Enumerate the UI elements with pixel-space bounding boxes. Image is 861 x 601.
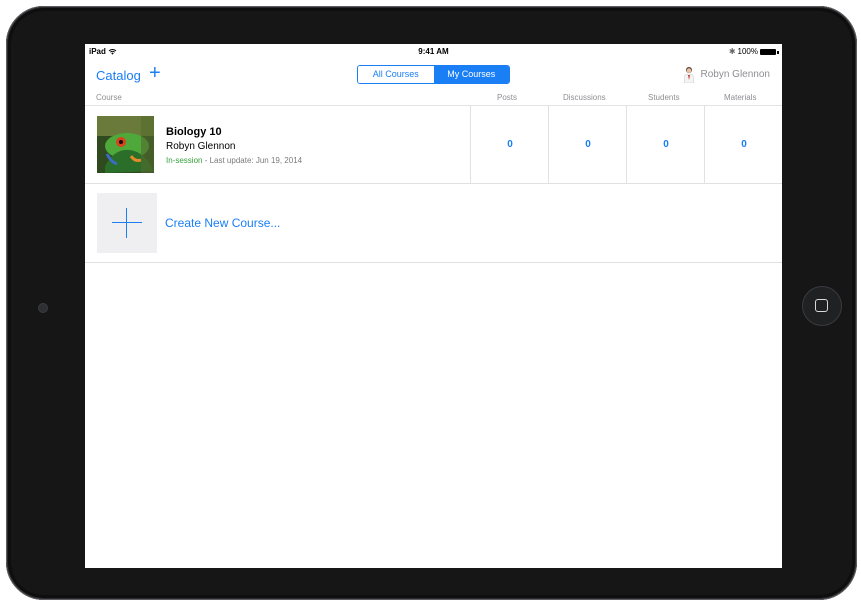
create-course-tile[interactable] — [97, 193, 157, 253]
user-name: Robyn Glennon — [700, 69, 771, 80]
clock: 9:41 AM — [418, 47, 449, 56]
plus-icon-horizontal — [112, 222, 142, 223]
header-materials: Materials — [724, 93, 757, 102]
course-row[interactable]: Biology 10 Robyn Glennon In-session - La… — [85, 106, 782, 184]
course-filter-segmented-control: All Courses My Courses — [357, 65, 510, 84]
avatar — [683, 67, 694, 83]
course-title: Biology 10 — [166, 126, 222, 138]
home-button[interactable] — [802, 286, 842, 326]
user-profile[interactable]: Robyn Glennon — [683, 66, 771, 83]
header-students: Students — [648, 93, 680, 102]
status-bar: iPad 9:41 AM ✱ 100% — [85, 44, 782, 60]
segment-all-courses[interactable]: All Courses — [358, 66, 434, 83]
front-camera — [38, 303, 48, 313]
battery-percent: 100% — [737, 47, 758, 56]
header-course: Course — [96, 93, 122, 102]
status-right: ✱ 100% — [728, 47, 779, 56]
plus-icon-vertical — [126, 208, 127, 238]
create-course-row[interactable]: Create New Course... — [85, 183, 782, 263]
discussions-count[interactable]: 0 — [548, 106, 627, 183]
course-status: In-session — [166, 156, 203, 165]
course-last-update: - Last update: Jun 19, 2014 — [202, 156, 303, 165]
home-button-square-icon — [815, 299, 828, 312]
table-header: Course Posts Discussions Students Materi… — [85, 91, 782, 106]
navigation-bar: Catalog + All Courses My Courses Robyn G… — [85, 61, 782, 91]
battery-icon — [760, 48, 779, 55]
add-course-icon[interactable]: + — [149, 63, 161, 83]
create-new-course-link[interactable]: Create New Course... — [165, 216, 280, 230]
materials-count[interactable]: 0 — [704, 106, 782, 183]
header-posts: Posts — [497, 93, 518, 102]
segment-my-courses[interactable]: My Courses — [433, 66, 509, 83]
header-discussions: Discussions — [563, 93, 606, 102]
course-status-line: In-session - Last update: Jun 19, 2014 — [166, 156, 302, 165]
screen: iPad 9:41 AM ✱ 100% Catalog + All Course… — [85, 44, 782, 568]
posts-count[interactable]: 0 — [470, 106, 549, 183]
students-count[interactable]: 0 — [626, 106, 705, 183]
course-teacher: Robyn Glennon — [166, 141, 236, 152]
catalog-button[interactable]: Catalog — [96, 68, 141, 83]
bluetooth-icon: ✱ — [728, 47, 736, 56]
course-thumbnail-frog — [97, 116, 154, 173]
